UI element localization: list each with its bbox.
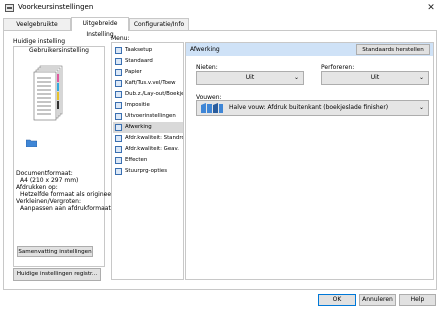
finishing-icon xyxy=(115,124,122,131)
menu-item-duplex-layout[interactable]: Dub.z./Lay-out/Boekje xyxy=(113,89,183,100)
driver-options-icon xyxy=(115,168,122,175)
tab-extended-settings[interactable]: Uitgebreide Instelling xyxy=(71,17,129,38)
settings-summary-button[interactable]: Samenvatting instellingen xyxy=(17,246,93,257)
paper-icon xyxy=(115,69,122,76)
punching-value: Uit xyxy=(370,74,380,81)
menu-list: Taaksetup Standaard Papier Kaft/Tus.v.ve… xyxy=(111,42,184,280)
cancel-button[interactable]: Annuleren xyxy=(359,294,396,306)
printer-app-icon xyxy=(5,4,14,12)
punching-label: Perforeren: xyxy=(321,64,355,71)
stapling-dropdown[interactable]: Uit ⌄ xyxy=(196,71,304,85)
menu-item-paper[interactable]: Papier xyxy=(113,67,183,78)
menu-item-effects[interactable]: Effecten xyxy=(113,155,183,166)
tab-configuration-info[interactable]: Configuratie/Info xyxy=(129,18,189,30)
menu-item-print-quality-advanced[interactable]: Afdr.kwaliteit: Geav. xyxy=(113,144,183,155)
punching-dropdown[interactable]: Uit ⌄ xyxy=(321,71,429,85)
menu-item-finishing[interactable]: Afwerking xyxy=(113,122,183,133)
preset-name: Gebruikersinstelling xyxy=(29,47,89,54)
menu-item-standard[interactable]: Standaard xyxy=(113,56,183,67)
summary-doc-size-value: A4 (210 x 297 mm) xyxy=(20,177,79,184)
chevron-down-icon: ⌄ xyxy=(293,74,299,81)
imposition-icon xyxy=(115,102,122,109)
chevron-down-icon: ⌄ xyxy=(418,104,424,111)
summary-print-on-label: Afdrukken op: xyxy=(16,184,58,191)
menu-item-output-settings[interactable]: Uitvoerinstellingen xyxy=(113,111,183,122)
job-setup-icon xyxy=(115,47,122,54)
duplex-icon xyxy=(115,91,122,98)
quality-standard-icon xyxy=(115,135,122,142)
output-icon xyxy=(115,113,122,120)
window-title: Voorkeursinstellingen xyxy=(18,3,94,11)
register-settings-button[interactable]: Huidige instellingen registr... xyxy=(13,268,101,281)
cover-icon xyxy=(115,80,122,87)
help-button[interactable]: Help xyxy=(399,294,436,306)
summary-doc-size-label: Documentformaat: xyxy=(16,170,73,177)
effects-icon xyxy=(115,157,122,164)
chevron-down-icon: ⌄ xyxy=(418,74,424,81)
folding-value: Halve vouw: Afdruk buitenkant (boekjesla… xyxy=(229,104,389,111)
stapling-value: Uit xyxy=(245,74,255,81)
restore-defaults-button[interactable]: Standaards herstellen xyxy=(356,44,430,55)
menu-item-imposition[interactable]: Impositie xyxy=(113,100,183,111)
menu-item-driver-options[interactable]: Stuurprg-opties xyxy=(113,166,183,177)
folder-icon xyxy=(26,139,37,147)
paper-stack-preview xyxy=(33,65,63,121)
folding-dropdown[interactable]: Halve vouw: Afdruk buitenkant (boekjesla… xyxy=(196,100,429,116)
menu-item-print-quality-standard[interactable]: Afdr.kwaliteit: Standrd xyxy=(113,133,183,144)
title-bar: Voorkeursinstellingen ✕ xyxy=(0,0,440,17)
summary-scale-label: Verkleinen/Vergroten: xyxy=(16,198,81,205)
tab-frequently-used[interactable]: Veelgebruikte instellingen xyxy=(3,18,71,39)
half-fold-icon xyxy=(201,103,223,113)
stapling-label: Nieten: xyxy=(196,64,218,71)
panel-title: Afwerking xyxy=(190,46,220,53)
close-icon[interactable]: ✕ xyxy=(424,1,438,15)
summary-scale-value: Aanpassen aan afdrukformaat xyxy=(20,205,111,212)
quality-advanced-icon xyxy=(115,146,122,153)
menu-item-job-setup[interactable]: Taaksetup xyxy=(113,45,183,56)
ok-button[interactable]: OK xyxy=(318,294,356,306)
standard-icon xyxy=(115,58,122,65)
menu-item-cover[interactable]: Kaft/Tus.v.vel/Toew xyxy=(113,78,183,89)
current-setting-heading: Huidige instelling xyxy=(13,38,66,45)
summary-print-on-value: Hetzelfde formaat als origineel xyxy=(20,191,113,198)
